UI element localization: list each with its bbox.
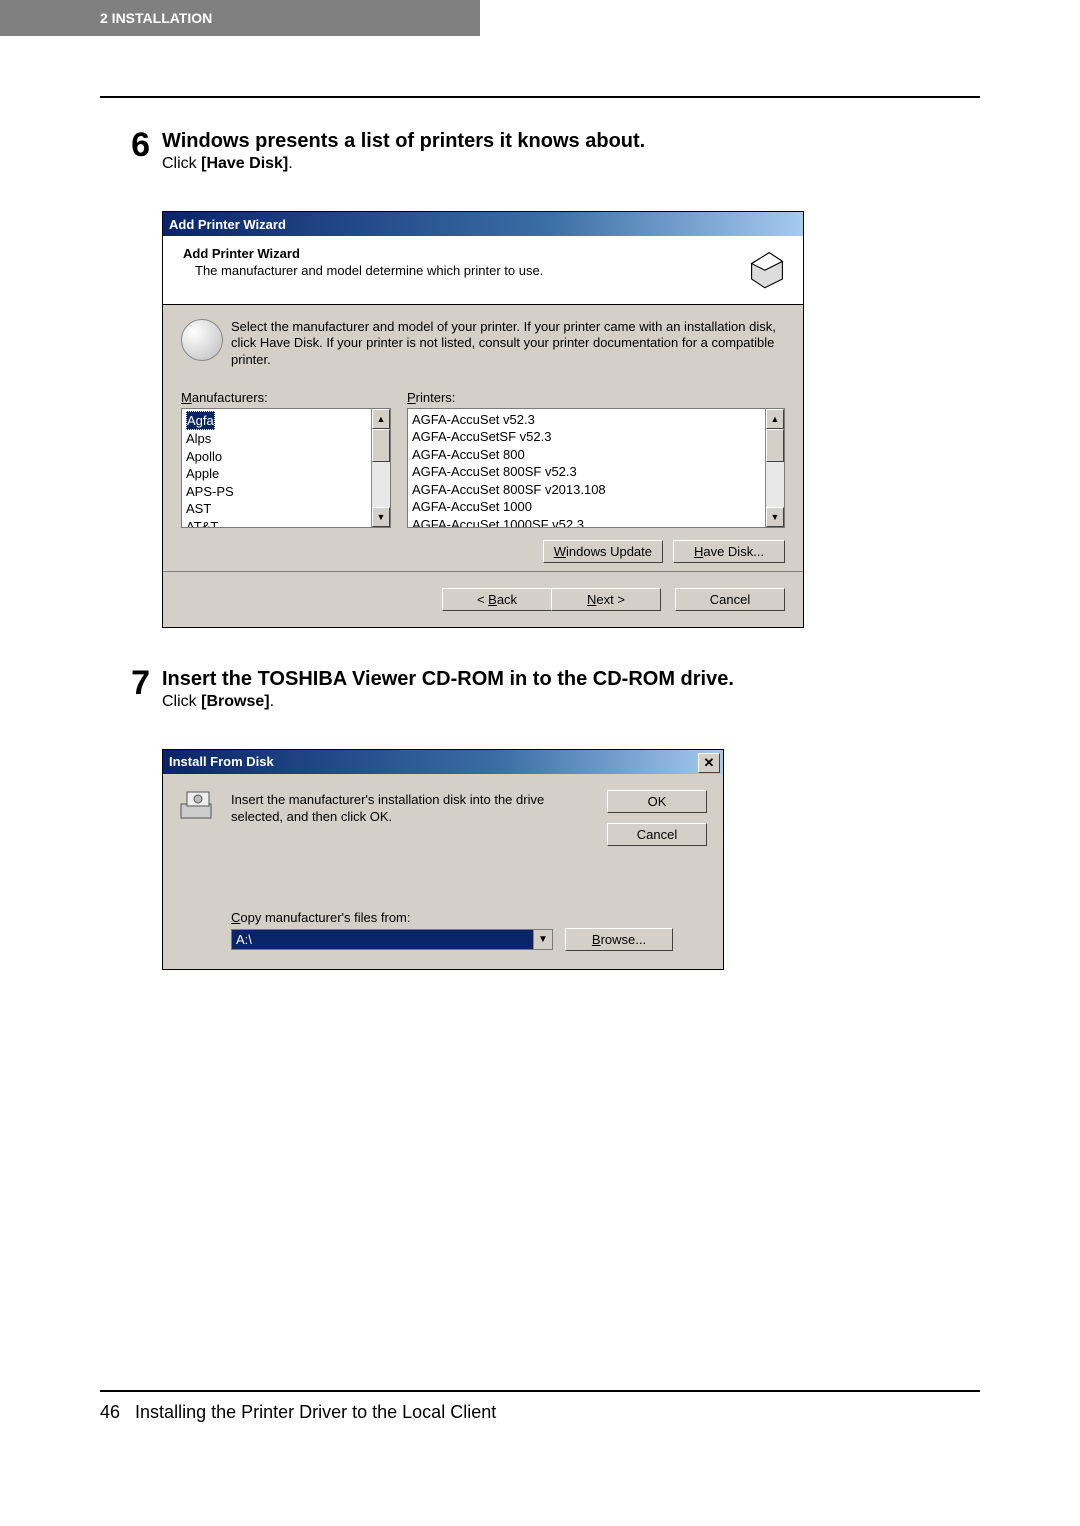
page-footer: 46 Installing the Printer Driver to the … [0,1402,1080,1463]
printer-icon [745,246,789,290]
disk-icon [179,790,219,824]
list-item[interactable]: Apollo [184,448,369,466]
browse-button[interactable]: Browse... [565,928,673,951]
manufacturers-label: Manufacturers: [181,390,391,405]
step-title: Insert the TOSHIBA Viewer CD-ROM in to t… [162,668,980,691]
chevron-down-icon[interactable]: ▼ [533,930,552,949]
page-number: 46 [100,1402,120,1422]
list-item[interactable]: AT&T [184,518,369,527]
titlebar-text: Install From Disk [169,754,274,769]
scrollbar[interactable]: ▲ ▼ [765,409,784,527]
list-item[interactable]: AGFA-AccuSetSF v52.3 [410,428,763,446]
scrollbar[interactable]: ▲ ▼ [371,409,390,527]
list-item[interactable]: Agfa [186,411,215,431]
list-item[interactable]: APS-PS [184,483,369,501]
list-item[interactable]: AGFA-AccuSet v52.3 [410,411,763,429]
install-from-disk-dialog: Install From Disk ✕ Insert the manufactu… [162,749,724,970]
step-6: 6 Windows presents a list of printers it… [100,128,980,191]
add-printer-wizard-window: Add Printer Wizard Add Printer Wizard Th… [162,211,804,628]
cancel-button[interactable]: Cancel [675,588,785,611]
wizard-head-title: Add Printer Wizard [183,246,735,261]
window-titlebar: Install From Disk ✕ [163,750,723,774]
copy-from-label: Copy manufacturer's files from: [231,910,707,925]
step-sub: Click [Browse]. [162,693,980,711]
list-item[interactable]: AST [184,500,369,518]
wizard-info-text: Select the manufacturer and model of you… [231,319,785,368]
back-button[interactable]: < Back [442,588,552,611]
step-number: 7 [100,666,162,729]
copy-from-combobox[interactable]: A:\ ▼ [231,929,553,950]
manufacturers-listbox[interactable]: Agfa Alps Apollo Apple APS-PS AST AT&T ▲… [181,408,391,528]
windows-update-button[interactable]: Windows Update [543,540,663,563]
close-icon[interactable]: ✕ [698,753,720,773]
list-item[interactable]: AGFA-AccuSet 1000SF v52.3 [410,516,763,527]
have-disk-button[interactable]: Have Disk... [673,540,785,563]
printers-label: Printers: [407,390,785,405]
step-7: 7 Insert the TOSHIBA Viewer CD-ROM in to… [100,666,980,729]
ok-button[interactable]: OK [607,790,707,813]
list-item[interactable]: AGFA-AccuSet 800 [410,446,763,464]
list-item[interactable]: Alps [184,430,369,448]
wizard-header: Add Printer Wizard The manufacturer and … [163,236,803,305]
next-button[interactable]: Next > [551,588,661,611]
chapter-header: 2 INSTALLATION [0,0,480,36]
list-item[interactable]: AGFA-AccuSet 800SF v2013.108 [410,481,763,499]
cancel-button[interactable]: Cancel [607,823,707,846]
window-titlebar: Add Printer Wizard [163,212,803,236]
list-item[interactable]: AGFA-AccuSet 800SF v52.3 [410,463,763,481]
dialog-message: Insert the manufacturer's installation d… [231,790,593,826]
list-item[interactable]: Apple [184,465,369,483]
printers-listbox[interactable]: AGFA-AccuSet v52.3 AGFA-AccuSetSF v52.3 … [407,408,785,528]
step-sub: Click [Have Disk]. [162,155,980,173]
combobox-value[interactable]: A:\ [232,930,533,949]
list-item[interactable]: AGFA-AccuSet 1000 [410,498,763,516]
step-title: Windows presents a list of printers it k… [162,130,980,153]
footer-rule [100,1390,980,1392]
top-rule [100,96,980,98]
footer-title: Installing the Printer Driver to the Loc… [135,1402,496,1422]
info-icon [181,319,223,361]
step-number: 6 [100,128,162,191]
wizard-head-sub: The manufacturer and model determine whi… [195,263,735,278]
